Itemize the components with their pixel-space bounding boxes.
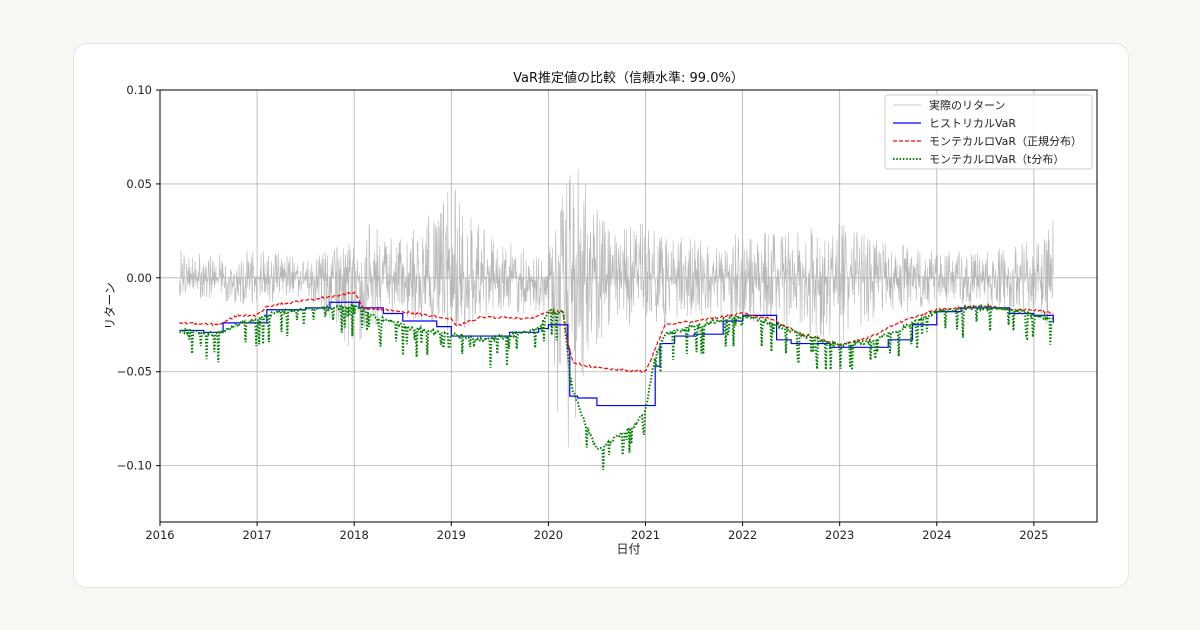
- x-tick-label: 2023: [825, 528, 854, 542]
- y-axis-label: リターン: [103, 282, 117, 329]
- x-tick-label: 2016: [145, 528, 174, 542]
- y-tick-label: 0.00: [126, 271, 152, 285]
- legend-label: 実際のリターン: [929, 98, 1005, 112]
- x-tick-label: 2017: [242, 528, 271, 542]
- x-tick-label: 2018: [340, 528, 369, 542]
- y-tick-label: −0.05: [117, 365, 152, 379]
- legend-label: ヒストリカルVaR: [929, 117, 1016, 130]
- y-tick-label: −0.10: [117, 459, 152, 473]
- x-tick-label: 2019: [437, 528, 466, 542]
- x-tick-label: 2024: [922, 528, 951, 542]
- series-historical-var: [179, 301, 1054, 407]
- legend: 実際のリターンヒストリカルVaR モンテカルロVaR（正規分布） モンテカルロVaR…: [884, 94, 1093, 170]
- series-montecarlo-t: [179, 302, 1055, 470]
- var-comparison-chart: 2016 2017 2018 2019 2020 2021 2022 2023 2024 2025…: [103, 70, 1098, 556]
- x-axis-label: 日付: [616, 542, 640, 556]
- y-tick-label: 0.05: [126, 177, 152, 191]
- x-tick-label: 2022: [728, 528, 757, 542]
- x-tick-label: 2025: [1019, 528, 1048, 542]
- x-tick-label: 2020: [534, 528, 563, 542]
- x-tick-label: 2021: [631, 528, 660, 542]
- var-series: [179, 291, 1055, 470]
- chart-title: VaR推定値の比較（信頼水準: 99.0%）: [513, 70, 744, 86]
- legend-label: モンテカルロVaR（t分布）: [929, 153, 1064, 166]
- y-tick-label: 0.10: [126, 83, 152, 97]
- legend-label: モンテカルロVaR（正規分布）: [929, 134, 1082, 148]
